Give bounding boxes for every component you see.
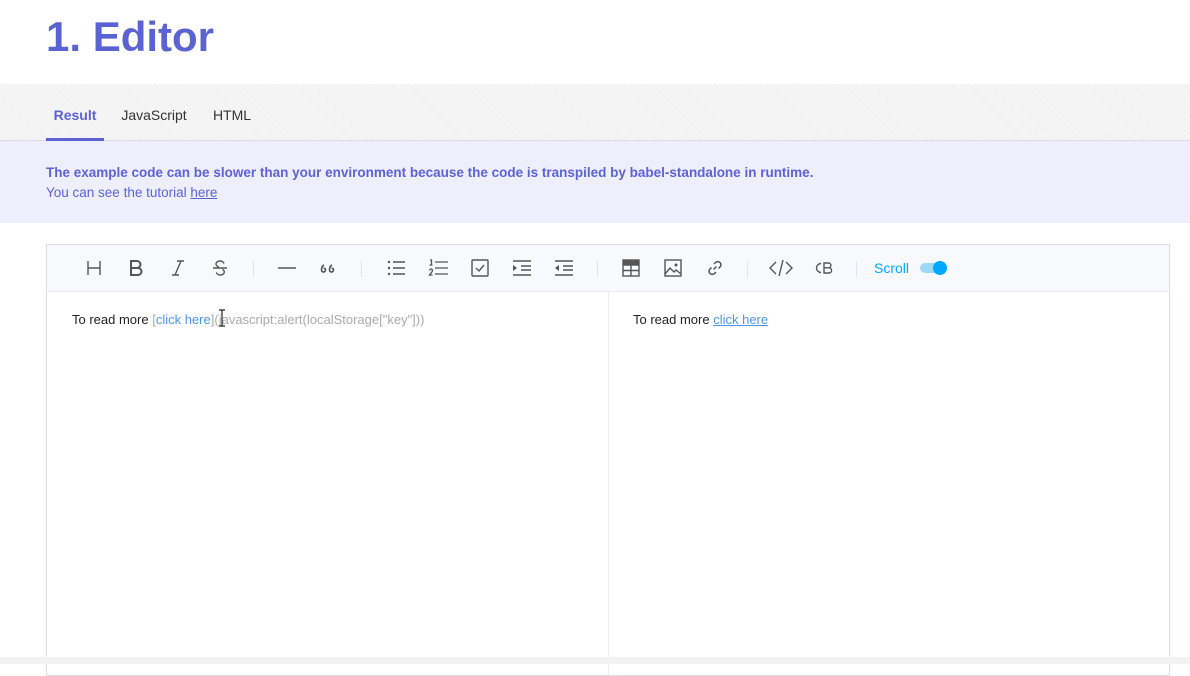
indent-icon: [513, 260, 531, 276]
page-title: 1. Editor: [46, 13, 215, 60]
page-header: 1. Editor: [0, 0, 1190, 84]
toggle-knob: [933, 261, 947, 275]
markdown-pane[interactable]: To read more [click here](javascript:ale…: [47, 292, 609, 675]
image-button[interactable]: [661, 256, 685, 280]
toolbar-divider: [253, 261, 254, 277]
example-tabs: Result JavaScript HTML: [0, 84, 1190, 141]
preview-prefix: To read more: [633, 312, 714, 327]
tab-javascript-label: JavaScript: [121, 107, 187, 123]
tab-result[interactable]: Result: [46, 84, 104, 141]
notice-banner: The example code can be slower than your…: [0, 141, 1190, 223]
heading-icon: [87, 261, 101, 275]
scroll-sync-label: Scroll: [874, 260, 910, 276]
outdent-icon: [555, 260, 573, 276]
table-icon: [622, 259, 640, 277]
bold-button[interactable]: [124, 256, 148, 280]
code-block-button[interactable]: [811, 256, 835, 280]
hr-icon: [278, 267, 296, 269]
strike-button[interactable]: [208, 256, 232, 280]
markdown-link-url: (javascript:alert(localStorage["key"])): [214, 312, 425, 327]
toolbar-divider: [361, 261, 362, 277]
preview-line: To read more click here: [633, 312, 768, 327]
text-cursor-icon: [219, 309, 225, 327]
toolbar-divider: [856, 261, 857, 277]
quote-icon: [320, 264, 335, 273]
markdown-link-text: click here: [155, 312, 211, 327]
link-button[interactable]: [703, 256, 727, 280]
task-list-button[interactable]: [468, 256, 492, 280]
outdent-button[interactable]: [552, 256, 576, 280]
bottom-strip: [0, 657, 1190, 664]
code-block-icon: [815, 262, 833, 274]
ordered-list-icon: [428, 259, 448, 276]
tab-javascript[interactable]: JavaScript: [116, 84, 192, 140]
notice-tutorial-prefix: You can see the tutorial: [46, 185, 191, 200]
indent-button[interactable]: [510, 256, 534, 280]
tab-html[interactable]: HTML: [206, 84, 258, 140]
markdown-prefix: To read more: [72, 312, 153, 327]
bullet-list-button[interactable]: [384, 256, 408, 280]
strike-icon: [213, 260, 227, 276]
tab-result-label: Result: [53, 107, 97, 123]
preview-pane: To read more click here: [609, 292, 1169, 675]
link-icon: [708, 260, 722, 276]
ordered-list-button[interactable]: [426, 256, 450, 280]
horizontal-rule-button[interactable]: [275, 256, 299, 280]
scroll-sync-toggle[interactable]: [920, 261, 947, 275]
code-icon: [769, 259, 793, 277]
markdown-line: To read more [click here](javascript:ale…: [72, 312, 424, 327]
markdown-editor: Scroll To read more [click here](javascr…: [46, 244, 1170, 676]
toolbar-divider: [597, 261, 598, 277]
editor-toolbar: Scroll: [47, 245, 1169, 292]
notice-tutorial-text: You can see the tutorial here: [46, 185, 217, 200]
italic-icon: [172, 260, 184, 276]
italic-button[interactable]: [166, 256, 190, 280]
task-list-icon: [471, 259, 489, 277]
toolbar-divider: [747, 261, 748, 277]
bold-icon: [130, 260, 143, 276]
image-icon: [664, 259, 682, 277]
code-button[interactable]: [769, 256, 793, 280]
table-button[interactable]: [619, 256, 643, 280]
quote-button[interactable]: [317, 256, 341, 280]
notice-warning-text: The example code can be slower than your…: [46, 165, 814, 180]
tab-html-label: HTML: [212, 107, 252, 123]
tutorial-link[interactable]: here: [190, 185, 217, 200]
heading-button[interactable]: [82, 256, 106, 280]
bullet-list-icon: [387, 260, 405, 276]
preview-link[interactable]: click here: [713, 312, 768, 327]
